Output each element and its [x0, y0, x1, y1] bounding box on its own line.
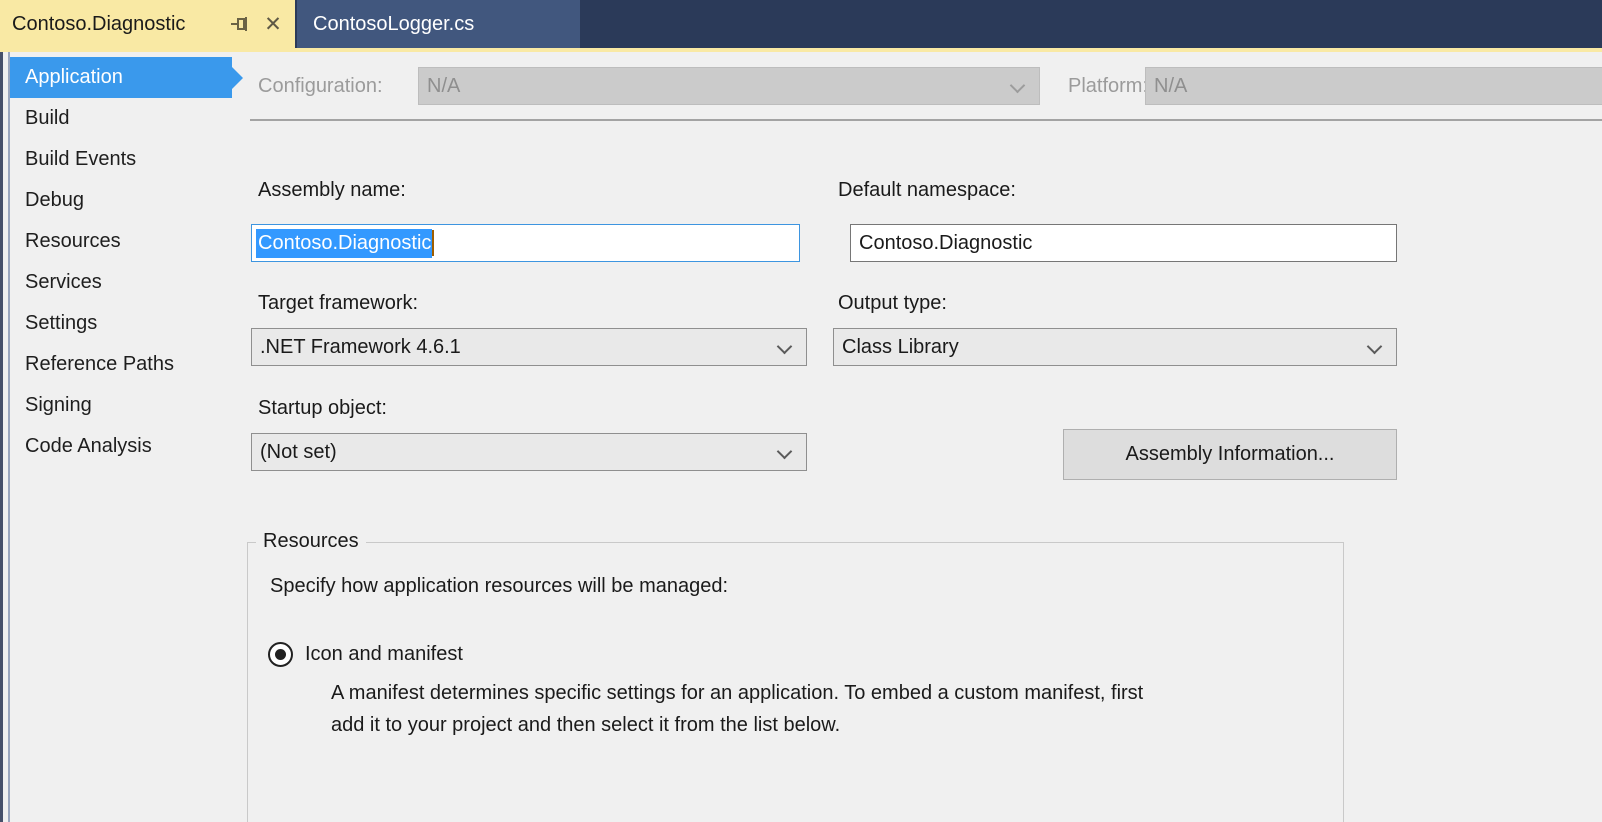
- chevron-down-icon: [1367, 339, 1383, 355]
- sidebar-item-label: Services: [25, 271, 102, 294]
- chevron-down-icon: [777, 444, 793, 460]
- assembly-name-label: Assembly name:: [258, 177, 406, 203]
- assembly-name-input[interactable]: Contoso.Diagnostic: [251, 224, 800, 262]
- output-type-select[interactable]: Class Library: [833, 328, 1397, 366]
- chevron-down-icon: [777, 339, 793, 355]
- sidebar-item-label: Application: [25, 66, 123, 89]
- output-type-label: Output type:: [838, 290, 947, 316]
- sidebar-item-label: Settings: [25, 312, 97, 335]
- icon-and-manifest-radio[interactable]: [268, 642, 293, 667]
- resources-group-box: Resources Specify how application resour…: [247, 542, 1344, 822]
- pin-icon[interactable]: [229, 13, 251, 35]
- tab-contoso-diagnostic[interactable]: Contoso.Diagnostic ✕: [0, 0, 295, 48]
- sidebar-item-resources[interactable]: Resources: [10, 221, 232, 262]
- document-tab-bar: Contoso.Diagnostic ✕ ContosoLogger.cs: [0, 0, 1602, 48]
- selected-text: Contoso.Diagnostic: [256, 229, 432, 258]
- section-divider: [250, 119, 1602, 121]
- assembly-information-button[interactable]: Assembly Information...: [1063, 429, 1397, 480]
- platform-select: N/A: [1145, 67, 1602, 105]
- manifest-help-line-1: A manifest determines specific settings …: [331, 677, 1143, 709]
- sidebar-item-services[interactable]: Services: [10, 262, 232, 303]
- input-text: Contoso.Diagnostic: [859, 232, 1032, 255]
- selected-value: N/A: [427, 75, 460, 97]
- default-namespace-label: Default namespace:: [838, 177, 1016, 203]
- tab-contosologger-cs[interactable]: ContosoLogger.cs: [297, 0, 580, 48]
- selected-value: N/A: [1154, 75, 1187, 97]
- sidebar-item-build-events[interactable]: Build Events: [10, 139, 232, 180]
- sidebar-item-label: Build Events: [25, 148, 136, 171]
- sidebar-item-label: Build: [25, 107, 69, 130]
- text-caret: [432, 230, 434, 256]
- configuration-select: N/A: [418, 67, 1040, 105]
- default-namespace-input[interactable]: Contoso.Diagnostic: [850, 224, 1397, 262]
- sidebar-item-code-analysis[interactable]: Code Analysis: [10, 426, 232, 467]
- sidebar-item-label: Reference Paths: [25, 353, 174, 376]
- target-framework-select[interactable]: .NET Framework 4.6.1: [251, 328, 807, 366]
- chevron-down-icon: [1010, 78, 1026, 94]
- visual-studio-project-properties: Contoso.Diagnostic ✕ ContosoLogger.cs Ap…: [0, 0, 1602, 822]
- application-properties-page: Application Build Build Events Debug Res…: [0, 52, 1602, 822]
- radio-selected-dot: [275, 649, 286, 660]
- sidebar-item-reference-paths[interactable]: Reference Paths: [10, 344, 232, 385]
- icon-and-manifest-radio-label: Icon and manifest: [305, 643, 463, 666]
- sidebar-item-signing[interactable]: Signing: [10, 385, 232, 426]
- icon-and-manifest-option: Icon and manifest: [268, 642, 463, 667]
- selected-value: .NET Framework 4.6.1: [260, 336, 461, 358]
- resources-group-legend: Resources: [256, 530, 366, 553]
- resources-description: Specify how application resources will b…: [270, 573, 728, 599]
- manifest-help-line-2: add it to your project and then select i…: [331, 709, 1143, 741]
- window-left-border: [0, 52, 3, 822]
- tab-title: ContosoLogger.cs: [313, 13, 564, 36]
- sidebar-item-settings[interactable]: Settings: [10, 303, 232, 344]
- sidebar-item-application[interactable]: Application: [10, 57, 232, 98]
- close-icon[interactable]: ✕: [261, 12, 285, 37]
- sidebar-item-debug[interactable]: Debug: [10, 180, 232, 221]
- manifest-help-text: A manifest determines specific settings …: [331, 677, 1143, 741]
- selected-value: (Not set): [260, 441, 337, 463]
- startup-object-label: Startup object:: [258, 395, 387, 421]
- configuration-label: Configuration:: [258, 67, 383, 105]
- sidebar-item-label: Code Analysis: [25, 435, 152, 458]
- selected-value: Class Library: [842, 336, 959, 358]
- sidebar-item-label: Resources: [25, 230, 121, 253]
- sidebar-item-build[interactable]: Build: [10, 98, 232, 139]
- tab-title: Contoso.Diagnostic: [12, 13, 229, 36]
- startup-object-select[interactable]: (Not set): [251, 433, 807, 471]
- sidebar-item-label: Signing: [25, 394, 92, 417]
- target-framework-label: Target framework:: [258, 290, 418, 316]
- platform-label: Platform:: [1068, 67, 1148, 105]
- sidebar-item-label: Debug: [25, 189, 84, 212]
